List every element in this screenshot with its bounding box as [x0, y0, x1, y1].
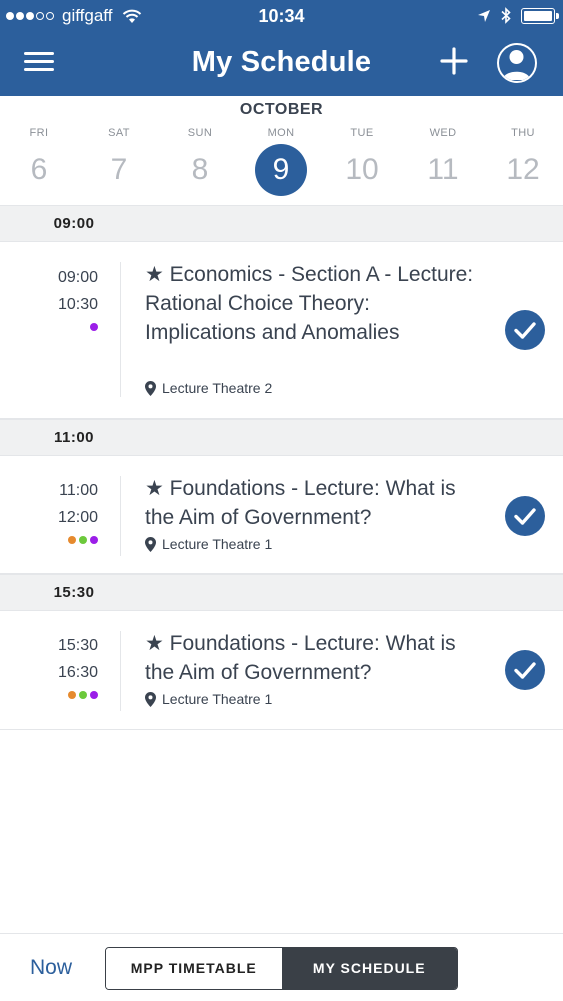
day-number: 11 — [427, 153, 459, 186]
tab-mpp-timetable[interactable]: MPP TIMETABLE — [106, 948, 282, 989]
day-sun[interactable]: SUN 8 — [165, 125, 235, 193]
day-name: FRI — [29, 127, 49, 139]
bottom-bar: Now MPP TIMETABLE MY SCHEDULE — [0, 933, 563, 1001]
event-start-time: 09:00 — [57, 269, 98, 286]
day-fri[interactable]: FRI 6 — [4, 125, 74, 193]
event-title: ★ Foundations - Lecture: What is the Aim… — [145, 477, 456, 529]
bluetooth-icon — [501, 7, 511, 24]
day-name: THU — [511, 127, 535, 139]
event-location-label: Lecture Theatre 2 — [162, 380, 273, 396]
event-divider — [120, 476, 121, 556]
day-number: 6 — [30, 153, 48, 186]
month-label: OCTOBER — [239, 101, 324, 118]
track-dot — [90, 691, 98, 699]
event-times: 09:00 10:30 — [0, 264, 98, 331]
checkmark-icon — [514, 508, 536, 525]
add-button[interactable] — [440, 46, 468, 76]
schedule-event[interactable]: 09:00 10:30 ★ Economics - Section A - Le… — [0, 242, 563, 419]
event-divider — [120, 631, 121, 711]
nav-bar: My Schedule — [0, 32, 563, 96]
track-dots — [90, 323, 98, 350]
track-dot — [68, 691, 76, 699]
map-pin-icon — [145, 380, 156, 396]
day-number: 7 — [110, 153, 128, 186]
day-number: 8 — [191, 153, 209, 186]
event-location-label: Lecture Theatre 1 — [162, 536, 273, 552]
user-icon — [503, 50, 530, 80]
day-name: SUN — [187, 127, 213, 139]
event-start-time: 15:30 — [57, 637, 98, 654]
event-end-time: 10:30 — [57, 296, 98, 313]
time-group-label: 09:00 — [53, 215, 95, 232]
event-end-time: 12:00 — [57, 509, 98, 526]
week-day-strip: FRI 6 SAT 7 SUN 8 MON 9 TUE 10 WED 11 TH… — [0, 125, 563, 205]
status-bar: giffgaff 10:34 — [0, 0, 563, 32]
tab-my-schedule[interactable]: MY SCHEDULE — [281, 948, 457, 989]
day-number: 12 — [506, 153, 540, 186]
checkmark-icon — [514, 322, 536, 339]
time-group-label: 15:30 — [53, 584, 95, 601]
page-title: My Schedule — [191, 46, 372, 78]
time-group-header: 15:30 — [0, 574, 563, 611]
event-location: Lecture Theatre 1 — [145, 691, 272, 707]
event-title: ★ Economics - Section A - Lecture: Ratio… — [145, 263, 474, 344]
track-dots — [68, 536, 98, 563]
map-pin-icon — [145, 691, 156, 707]
track-dot — [90, 323, 98, 331]
map-pin-icon — [145, 536, 156, 552]
event-location: Lecture Theatre 2 — [145, 380, 272, 396]
day-name: WED — [429, 127, 457, 139]
day-mon-selected[interactable]: MON 9 — [246, 125, 316, 196]
checkmark-icon — [514, 662, 536, 679]
track-dot — [79, 691, 87, 699]
day-wed[interactable]: WED 11 — [408, 125, 478, 193]
time-group-label: 11:00 — [53, 429, 95, 446]
event-times: 11:00 12:00 — [0, 477, 98, 544]
track-dot — [90, 536, 98, 544]
location-arrow-icon — [478, 9, 490, 22]
profile-avatar[interactable] — [497, 43, 537, 83]
battery-icon — [521, 7, 559, 24]
day-number: 9 — [255, 144, 307, 196]
now-button[interactable]: Now — [30, 956, 72, 980]
event-times: 15:30 16:30 — [0, 632, 98, 699]
schedule-event[interactable]: 11:00 12:00 ★ Foundations - Lecture: Wha… — [0, 456, 563, 574]
track-dot — [68, 536, 76, 544]
attending-check-button[interactable] — [505, 650, 545, 690]
event-end-time: 16:30 — [57, 664, 98, 681]
day-thu[interactable]: THU 12 — [488, 125, 558, 193]
day-name: TUE — [350, 127, 374, 139]
attending-check-button[interactable] — [505, 310, 545, 350]
time-group-header: 09:00 — [0, 205, 563, 242]
track-dot — [79, 536, 87, 544]
event-title: ★ Foundations - Lecture: What is the Aim… — [145, 632, 456, 684]
event-divider — [120, 262, 121, 397]
track-dots — [68, 691, 98, 718]
event-start-time: 11:00 — [59, 482, 98, 499]
time-group-header: 11:00 — [0, 419, 563, 456]
day-tue[interactable]: TUE 10 — [327, 125, 397, 193]
status-right — [477, 7, 559, 24]
event-location: Lecture Theatre 1 — [145, 536, 272, 552]
day-name: SAT — [108, 127, 130, 139]
attending-check-button[interactable] — [505, 496, 545, 536]
day-number: 10 — [345, 153, 379, 186]
event-location-label: Lecture Theatre 1 — [162, 691, 273, 707]
view-segmented-control: MPP TIMETABLE MY SCHEDULE — [105, 947, 458, 990]
day-sat[interactable]: SAT 7 — [84, 125, 154, 193]
app-header: giffgaff 10:34 My Schedule — [0, 0, 563, 96]
day-name: MON — [267, 127, 295, 139]
schedule-event[interactable]: 15:30 16:30 ★ Foundations - Lecture: Wha… — [0, 611, 563, 730]
